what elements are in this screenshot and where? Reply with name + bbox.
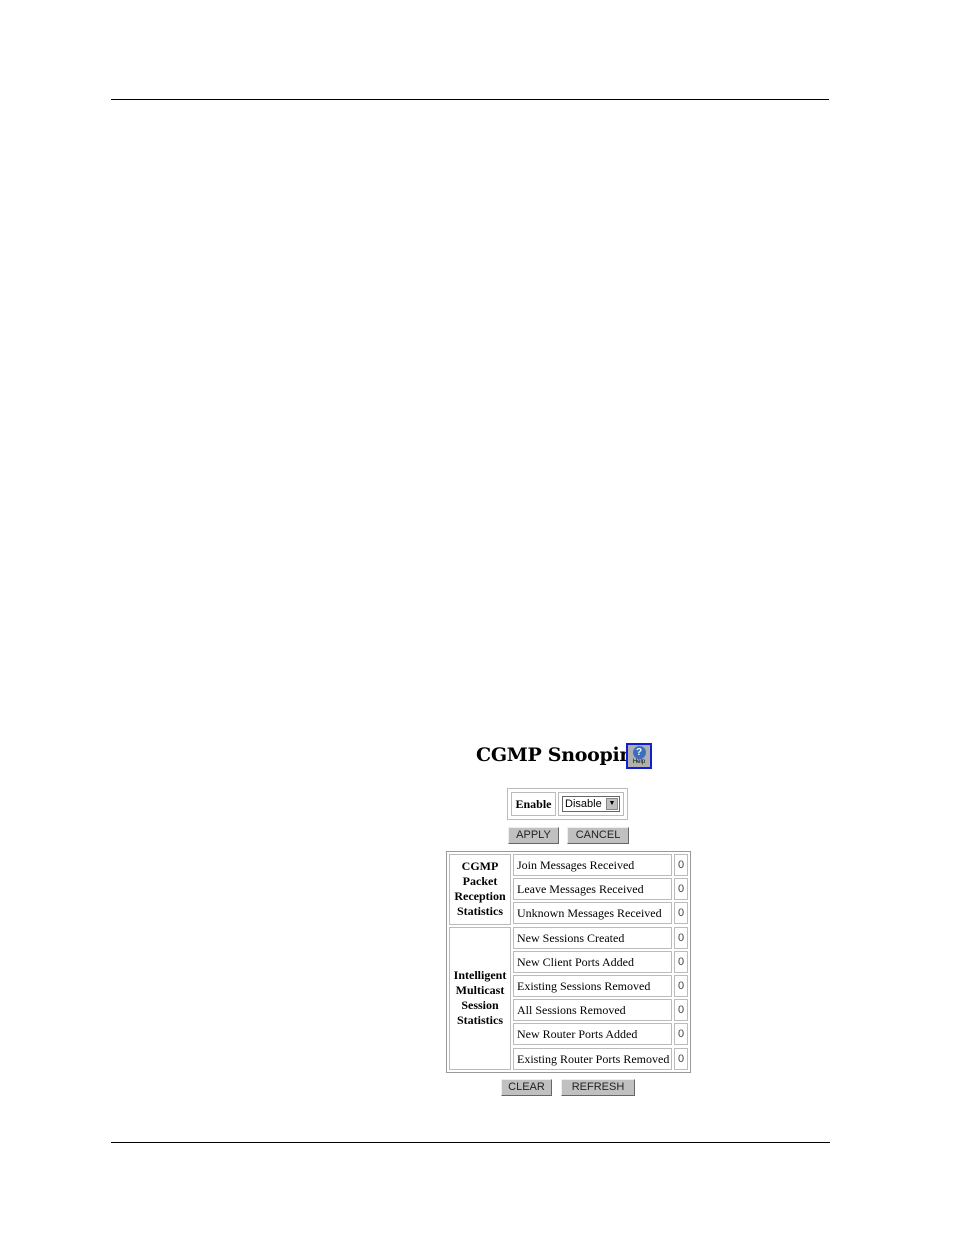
page-title: CGMP Snooping — [476, 744, 646, 766]
enable-select-value: Disable — [565, 798, 602, 810]
statistics-table: CGMP Packet Reception Statistics Join Mes… — [446, 851, 691, 1073]
stat-value: 0 — [674, 854, 688, 876]
help-label: Help — [632, 759, 646, 765]
cancel-button[interactable]: CANCEL — [567, 827, 629, 844]
header-rule — [111, 99, 829, 100]
refresh-button[interactable]: REFRESH — [561, 1079, 635, 1096]
enable-select-cell: Disable ▼ — [558, 792, 624, 816]
footer-rule — [111, 1142, 830, 1143]
clear-button[interactable]: CLEAR — [501, 1079, 552, 1096]
stat-value: 0 — [674, 926, 688, 949]
stat-value: 0 — [674, 950, 688, 973]
apply-button[interactable]: APPLY — [508, 827, 559, 844]
stat-value: 0 — [674, 975, 688, 997]
stat-value: 0 — [674, 902, 688, 925]
group-label: CGMP Packet Reception Statistics — [449, 854, 511, 925]
stat-name: New Client Ports Added — [513, 950, 672, 973]
stat-name: Unknown Messages Received — [513, 902, 672, 925]
stat-name: Join Messages Received — [513, 854, 672, 876]
enable-form: Enable Disable ▼ — [507, 788, 628, 820]
group-label: Intelligent Multicast Session Statistics — [449, 926, 511, 1070]
chevron-down-icon[interactable]: ▼ — [606, 798, 618, 810]
stat-name: New Sessions Created — [513, 926, 672, 949]
stat-name: All Sessions Removed — [513, 999, 672, 1022]
enable-select[interactable]: Disable ▼ — [562, 796, 620, 812]
stat-name: Leave Messages Received — [513, 878, 672, 901]
stat-name: Existing Router Ports Removed — [513, 1047, 672, 1070]
stat-name: Existing Sessions Removed — [513, 975, 672, 997]
stat-name: New Router Ports Added — [513, 1023, 672, 1046]
help-button[interactable]: ? Help — [626, 743, 652, 769]
enable-label: Enable — [511, 792, 556, 816]
stat-value: 0 — [674, 999, 688, 1022]
stat-value: 0 — [674, 1023, 688, 1046]
question-mark-icon: ? — [632, 746, 646, 759]
stat-value: 0 — [674, 1047, 688, 1070]
stat-value: 0 — [674, 878, 688, 901]
